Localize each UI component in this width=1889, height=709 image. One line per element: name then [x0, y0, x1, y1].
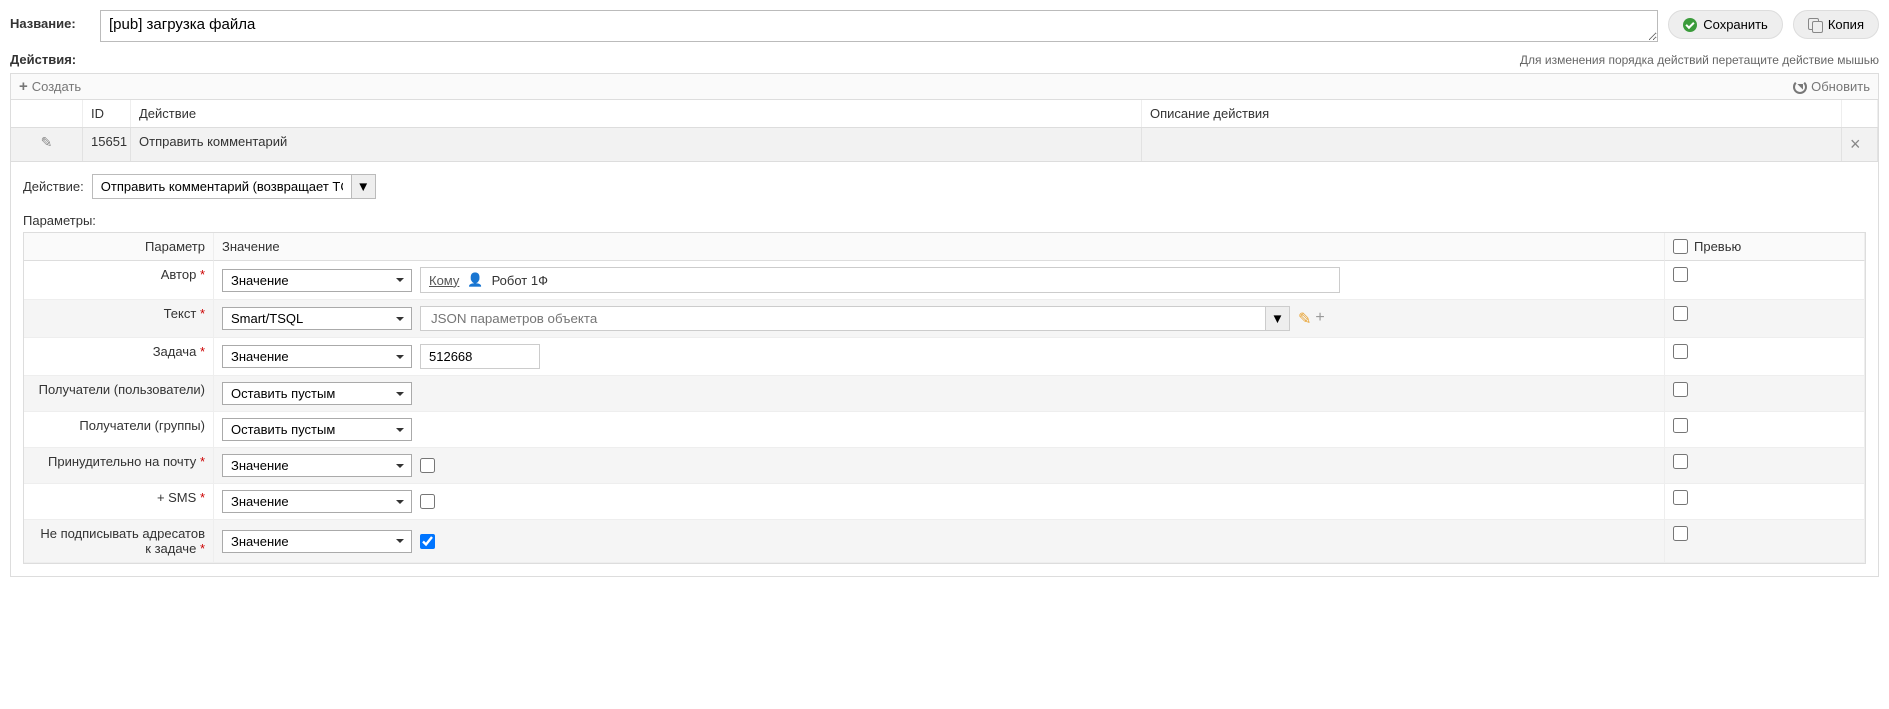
no-sign-checkbox[interactable]	[420, 534, 435, 549]
copy-button[interactable]: Копия	[1793, 10, 1879, 39]
text-preview-checkbox[interactable]	[1673, 306, 1688, 321]
sms-mode-select[interactable]: Значение	[222, 490, 412, 513]
create-button[interactable]: + Создать	[19, 78, 81, 95]
params-label: Параметры:	[23, 213, 1866, 228]
text-label: Текст	[164, 306, 197, 321]
author-value-box[interactable]: Кому 👤 Робот 1Ф	[420, 267, 1340, 293]
no-sign-preview-checkbox[interactable]	[1673, 526, 1688, 541]
text-mode-select[interactable]: Smart/TSQL	[222, 307, 412, 330]
copy-button-label: Копия	[1828, 17, 1864, 32]
author-to-link[interactable]: Кому	[429, 273, 459, 288]
refresh-label: Обновить	[1811, 79, 1870, 94]
param-header: Параметр	[24, 233, 214, 261]
edit-script-icon[interactable]: ✎	[1298, 309, 1311, 329]
action-select[interactable]: ▼	[92, 174, 376, 199]
author-label: Автор	[161, 267, 197, 282]
title-input[interactable]: [pub] загрузка файла	[100, 10, 1658, 42]
create-label: Создать	[32, 79, 81, 94]
required-mark: *	[200, 454, 205, 469]
actions-label: Действия:	[10, 52, 76, 67]
add-icon[interactable]: +	[1315, 309, 1324, 329]
pencil-icon[interactable]	[41, 135, 53, 150]
force-mail-label: Принудительно на почту	[48, 454, 196, 469]
task-mode-select[interactable]: Значение	[222, 345, 412, 368]
refresh-icon	[1793, 80, 1807, 94]
row-desc	[1142, 128, 1842, 161]
save-button-label: Сохранить	[1703, 17, 1768, 32]
force-mail-preview-checkbox[interactable]	[1673, 454, 1688, 469]
name-label: Название:	[10, 10, 90, 31]
close-icon[interactable]: ×	[1850, 134, 1861, 154]
action-select-toggle[interactable]: ▼	[352, 174, 376, 199]
sms-label: + SMS	[157, 490, 196, 505]
action-select-input[interactable]	[92, 174, 352, 199]
force-mail-checkbox[interactable]	[420, 458, 435, 473]
grid-row[interactable]: 15651 Отправить комментарий ×	[10, 128, 1879, 162]
author-robot: Робот 1Ф	[492, 273, 548, 288]
task-preview-checkbox[interactable]	[1673, 344, 1688, 359]
plus-icon: +	[19, 78, 28, 95]
required-mark: *	[200, 306, 205, 321]
copy-icon	[1808, 18, 1822, 32]
user-icon: 👤	[467, 272, 483, 288]
col-action-header: Действие	[131, 100, 1142, 127]
row-action: Отправить комментарий	[131, 128, 1142, 161]
col-id-header: ID	[83, 100, 131, 127]
action-field-label: Действие:	[23, 179, 84, 194]
value-header: Значение	[214, 233, 1665, 261]
preview-all-checkbox[interactable]	[1673, 239, 1688, 254]
recip-users-preview-checkbox[interactable]	[1673, 382, 1688, 397]
row-id: 15651	[83, 128, 131, 161]
force-mail-mode-select[interactable]: Значение	[222, 454, 412, 477]
no-sign-mode-select[interactable]: Значение	[222, 530, 412, 553]
required-mark: *	[200, 490, 205, 505]
preview-header: Превью	[1694, 239, 1741, 254]
required-mark: *	[200, 541, 205, 556]
author-mode-select[interactable]: Значение	[222, 269, 412, 292]
grid-header: ID Действие Описание действия	[10, 100, 1879, 128]
recip-groups-preview-checkbox[interactable]	[1673, 418, 1688, 433]
json-params-input[interactable]	[420, 306, 1266, 331]
col-desc-header: Описание действия	[1142, 100, 1842, 127]
save-button[interactable]: Сохранить	[1668, 10, 1783, 39]
check-icon	[1683, 18, 1697, 32]
no-sign-label: Не подписывать адресатов к задаче	[40, 526, 205, 556]
recip-groups-label: Получатели (группы)	[79, 418, 205, 433]
refresh-button[interactable]: Обновить	[1793, 79, 1870, 94]
recip-users-label: Получатели (пользователи)	[39, 382, 205, 397]
json-params-toggle[interactable]: ▼	[1266, 306, 1290, 331]
author-preview-checkbox[interactable]	[1673, 267, 1688, 282]
required-mark: *	[200, 267, 205, 282]
recip-groups-mode-select[interactable]: Оставить пустым	[222, 418, 412, 441]
reorder-hint: Для изменения порядка действий перетащит…	[1520, 53, 1879, 67]
recip-users-mode-select[interactable]: Оставить пустым	[222, 382, 412, 405]
sms-checkbox[interactable]	[420, 494, 435, 509]
required-mark: *	[200, 344, 205, 359]
task-value-input[interactable]	[420, 344, 540, 369]
task-label: Задача	[153, 344, 197, 359]
sms-preview-checkbox[interactable]	[1673, 490, 1688, 505]
